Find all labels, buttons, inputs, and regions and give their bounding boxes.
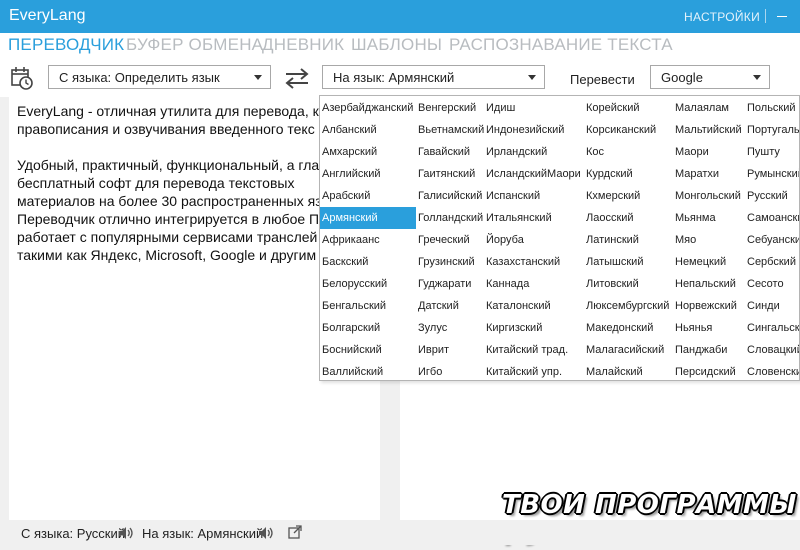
target-language-value: На язык: Армянский (333, 70, 455, 85)
tab-templates[interactable]: ШАБЛОНЫ (351, 35, 442, 55)
speaker-icon[interactable] (258, 525, 274, 544)
chevron-down-icon (528, 75, 536, 80)
settings-button[interactable]: НАСТРОЙКИ (684, 10, 760, 24)
source-paragraph-1: EveryLang - отличная утилита для перевод… (17, 103, 319, 137)
status-source-language: С языка: Русский (21, 526, 126, 541)
language-option[interactable]: Португальский (745, 119, 799, 141)
language-option[interactable]: Самоанский (745, 207, 799, 229)
status-bar: С языка: Русский На язык: Армянский (0, 520, 800, 545)
language-option[interactable]: Русский (745, 185, 799, 207)
language-option[interactable]: Сесото (745, 273, 799, 295)
language-option[interactable]: Пушту (745, 141, 799, 163)
swap-arrows-icon[interactable] (284, 67, 310, 94)
title-separator (765, 9, 766, 23)
service-select[interactable]: Google (650, 65, 770, 89)
chevron-down-icon (254, 75, 262, 80)
language-option[interactable]: Армянский (320, 207, 416, 229)
language-dropdown-list[interactable]: Азербайджанский Албанский Амхарский Английс… (319, 95, 800, 381)
history-calendar-icon[interactable] (11, 66, 33, 95)
minimize-icon[interactable] (777, 16, 787, 17)
source-text: EveryLang - отличная утилита для перевод… (17, 102, 357, 264)
status-target-language: На язык: Армянский (142, 526, 264, 541)
language-option[interactable]: Сингальский (745, 317, 799, 339)
language-option[interactable]: Румынский (745, 163, 799, 185)
language-option[interactable]: Синди (745, 295, 799, 317)
open-external-icon[interactable] (288, 525, 302, 542)
service-value: Google (661, 70, 703, 85)
tab-translator[interactable]: ПЕРЕВОДЧИК (8, 35, 124, 55)
language-option[interactable]: Сербский (745, 251, 799, 273)
source-language-select[interactable]: С языка: Определить язык (48, 65, 271, 89)
tab-diary[interactable]: ДНЕВНИК (262, 35, 344, 55)
app-title: EveryLang (9, 7, 86, 24)
main-tabs: ПЕРЕВОДЧИК БУФЕР ОБМЕНА ДНЕВНИК ШАБЛОНЫ … (0, 33, 800, 59)
source-paragraph-2: Удобный, практичный, функциональный, а г… (17, 157, 322, 263)
language-option[interactable]: Польский (745, 97, 799, 119)
tab-ocr[interactable]: РАСПОЗНАВАНИЕ ТЕКСТА (449, 35, 673, 55)
translator-toolbar: С языка: Определить язык На язык: Армянс… (0, 59, 800, 97)
title-bar: EveryLang НАСТРОЙКИ (0, 0, 800, 33)
tab-clipboard[interactable]: БУФЕР ОБМЕНА (126, 35, 263, 55)
language-option[interactable]: Себуанский (745, 229, 799, 251)
target-language-select[interactable]: На язык: Армянский (322, 65, 545, 89)
source-language-value: С языка: Определить язык (59, 70, 220, 85)
language-option[interactable]: Словацкий (745, 339, 799, 361)
language-option[interactable]: Словенский (745, 361, 799, 380)
speaker-icon[interactable] (118, 525, 134, 544)
translate-button[interactable]: Перевести (570, 72, 635, 87)
chevron-down-icon (753, 75, 761, 80)
